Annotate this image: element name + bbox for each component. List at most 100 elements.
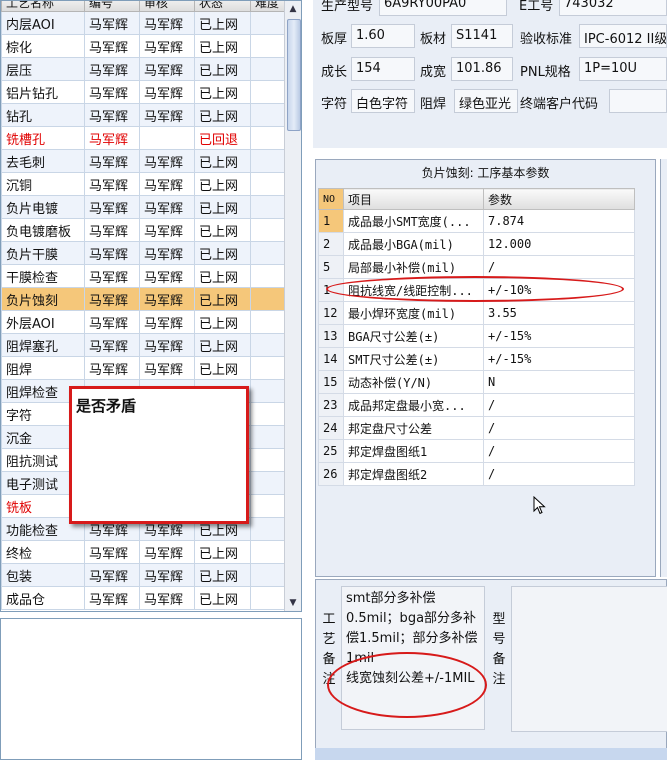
- scroll-up-arrow-icon[interactable]: ▲: [285, 1, 301, 17]
- cell-review: 马军辉: [139, 34, 195, 58]
- table-row[interactable]: 铝片钻孔 马军辉 马军辉 已上网: [1, 80, 286, 104]
- cell-difficulty: [250, 103, 286, 127]
- cell-status: 已上网: [194, 264, 251, 288]
- params-column-header[interactable]: NO: [318, 188, 344, 210]
- params-row[interactable]: 15 动态补偿(Y/N) N: [318, 370, 635, 394]
- cell-difficulty: [250, 264, 286, 288]
- params-title: 负片蚀刻: 工序基本参数: [421, 166, 550, 180]
- column-header[interactable]: 状态: [194, 1, 251, 12]
- table-row[interactable]: 负片蚀刻 马军辉 马军辉 已上网: [1, 287, 286, 311]
- material-field[interactable]: S1141: [451, 24, 513, 48]
- process-list-scrollbar[interactable]: ▲ ▼: [284, 1, 301, 611]
- params-cell-no: 14: [318, 347, 344, 371]
- params-row[interactable]: 24 邦定盘尺寸公差 /: [318, 416, 635, 440]
- cell-code: 马军辉: [84, 80, 140, 104]
- cell-difficulty: [250, 241, 286, 265]
- params-row[interactable]: 12 最小焊环宽度(mil) 3.55: [318, 301, 635, 325]
- customer-code-label: 终端客户代码: [520, 97, 599, 112]
- table-row[interactable]: 负片干膜 马军辉 马军辉 已上网: [1, 241, 286, 265]
- standard-field[interactable]: IPC-6012 II级: [579, 24, 667, 48]
- cell-status: 已上网: [194, 586, 251, 610]
- cell-code: 马军辉: [84, 356, 140, 380]
- cell-code: 马军辉: [84, 241, 140, 265]
- cell-difficulty: [250, 563, 286, 587]
- params-cell-item: 成品邦定盘最小宽...: [343, 393, 484, 417]
- product-info-area: 生产型号 6A9RY00PA0 E工号 743032 板厚 1.60 板材 S1…: [313, 0, 667, 148]
- table-row[interactable]: 成品仓 马军辉 马军辉 已上网: [1, 586, 286, 610]
- scroll-down-arrow-icon[interactable]: ▼: [285, 595, 301, 611]
- table-row[interactable]: 去毛刺 马军辉 马军辉 已上网: [1, 149, 286, 173]
- cell-code: 马军辉: [84, 103, 140, 127]
- cell-name: 钻孔: [1, 103, 85, 127]
- pnl-label: PNL规格: [520, 65, 571, 80]
- cell-difficulty: [250, 494, 286, 518]
- params-cell-no: 24: [318, 416, 344, 440]
- cell-status: 已上网: [194, 563, 251, 587]
- cell-code: 马军辉: [84, 264, 140, 288]
- table-row[interactable]: 负电镀磨板 马军辉 马军辉 已上网: [1, 218, 286, 242]
- mask-field[interactable]: 绿色亚光: [454, 89, 518, 113]
- type-note-textarea[interactable]: [511, 586, 667, 732]
- cell-review: 马军辉: [139, 310, 195, 334]
- table-row[interactable]: 棕化 马军辉 马军辉 已上网: [1, 34, 286, 58]
- column-header[interactable]: 审核: [139, 1, 195, 12]
- table-row[interactable]: 钻孔 马军辉 马军辉 已上网: [1, 103, 286, 127]
- params-column-header[interactable]: 参数: [483, 188, 635, 210]
- column-header[interactable]: 编号: [84, 1, 140, 12]
- params-cell-value: +/-15%: [483, 324, 635, 348]
- annotation-ellipse-impedance: [326, 276, 624, 302]
- table-row[interactable]: 阻焊塞孔 马军辉 马军辉 已上网: [1, 333, 286, 357]
- cell-name: 阻焊塞孔: [1, 333, 85, 357]
- length-field[interactable]: 154: [351, 57, 415, 81]
- cell-status: 已上网: [194, 356, 251, 380]
- table-row[interactable]: 阻焊 马军辉 马军辉 已上网: [1, 356, 286, 380]
- scrollbar-thumb[interactable]: [287, 19, 301, 131]
- params-cell-value: 7.874: [483, 209, 635, 233]
- thickness-field[interactable]: 1.60: [351, 24, 415, 48]
- cell-difficulty: [250, 172, 286, 196]
- column-header[interactable]: 难度: [250, 1, 286, 12]
- cell-difficulty: [250, 11, 286, 35]
- table-row[interactable]: 干膜检查 马军辉 马军辉 已上网: [1, 264, 286, 288]
- params-row[interactable]: 23 成品邦定盘最小宽... /: [318, 393, 635, 417]
- customer-code-field[interactable]: [609, 89, 667, 113]
- cell-review: [139, 126, 195, 150]
- params-row[interactable]: 14 SMT尺寸公差(±) +/-15%: [318, 347, 635, 371]
- column-header[interactable]: 工艺名称: [1, 1, 85, 12]
- cell-code: 马军辉: [84, 126, 140, 150]
- table-row[interactable]: 沉铜 马军辉 马军辉 已上网: [1, 172, 286, 196]
- params-cell-item: SMT尺寸公差(±): [343, 347, 484, 371]
- thickness-label: 板厚: [321, 32, 348, 47]
- cell-name: 铝片钻孔: [1, 80, 85, 104]
- table-row[interactable]: 负片电镀 马军辉 马军辉 已上网: [1, 195, 286, 219]
- params-row[interactable]: 26 邦定焊盘图纸2/: [318, 462, 635, 486]
- pnl-field[interactable]: 1P=10U: [579, 57, 667, 81]
- table-row[interactable]: 内层AOI 马军辉 马军辉 已上网: [1, 11, 286, 35]
- cell-code: 马军辉: [84, 34, 140, 58]
- table-row[interactable]: 铣槽孔 马军辉 已回退: [1, 126, 286, 150]
- params-cell-value: /: [483, 439, 635, 463]
- type-note-label: 型号备注: [491, 610, 507, 690]
- table-row[interactable]: 外层AOI 马军辉 马军辉 已上网: [1, 310, 286, 334]
- label-char: 艺: [322, 632, 336, 647]
- table-row[interactable]: 层压 马军辉 马军辉 已上网: [1, 57, 286, 81]
- params-cell-item: BGA尺寸公差(±): [343, 324, 484, 348]
- width-field[interactable]: 101.86: [451, 57, 513, 81]
- params-row[interactable]: 25 邦定焊盘图纸1/: [318, 439, 635, 463]
- cell-name: 负片蚀刻: [1, 287, 85, 311]
- annotation-box: 是否矛盾: [69, 386, 249, 524]
- cell-name: 成品仓: [1, 586, 85, 610]
- params-cell-no: 25: [318, 439, 344, 463]
- params-row[interactable]: 1 成品最小SMT宽度(... 7.874: [318, 209, 635, 233]
- params-column-header[interactable]: 项目: [343, 188, 484, 210]
- params-row[interactable]: 2 成品最小BGA(mil) 12.000: [318, 232, 635, 256]
- prod-model-field[interactable]: 6A9RY00PA0: [379, 0, 507, 16]
- table-row[interactable]: 包装 马军辉 马军辉 已上网: [1, 563, 286, 587]
- params-row[interactable]: 13 BGA尺寸公差(±) +/-15%: [318, 324, 635, 348]
- cell-review: 马军辉: [139, 264, 195, 288]
- char-field[interactable]: 白色字符: [351, 89, 415, 113]
- params-cell-item: 最小焊环宽度(mil): [343, 301, 484, 325]
- table-row[interactable]: 终检 马军辉 马军辉 已上网: [1, 540, 286, 564]
- cell-code: 马军辉: [84, 333, 140, 357]
- job-no-field[interactable]: 743032: [559, 0, 667, 16]
